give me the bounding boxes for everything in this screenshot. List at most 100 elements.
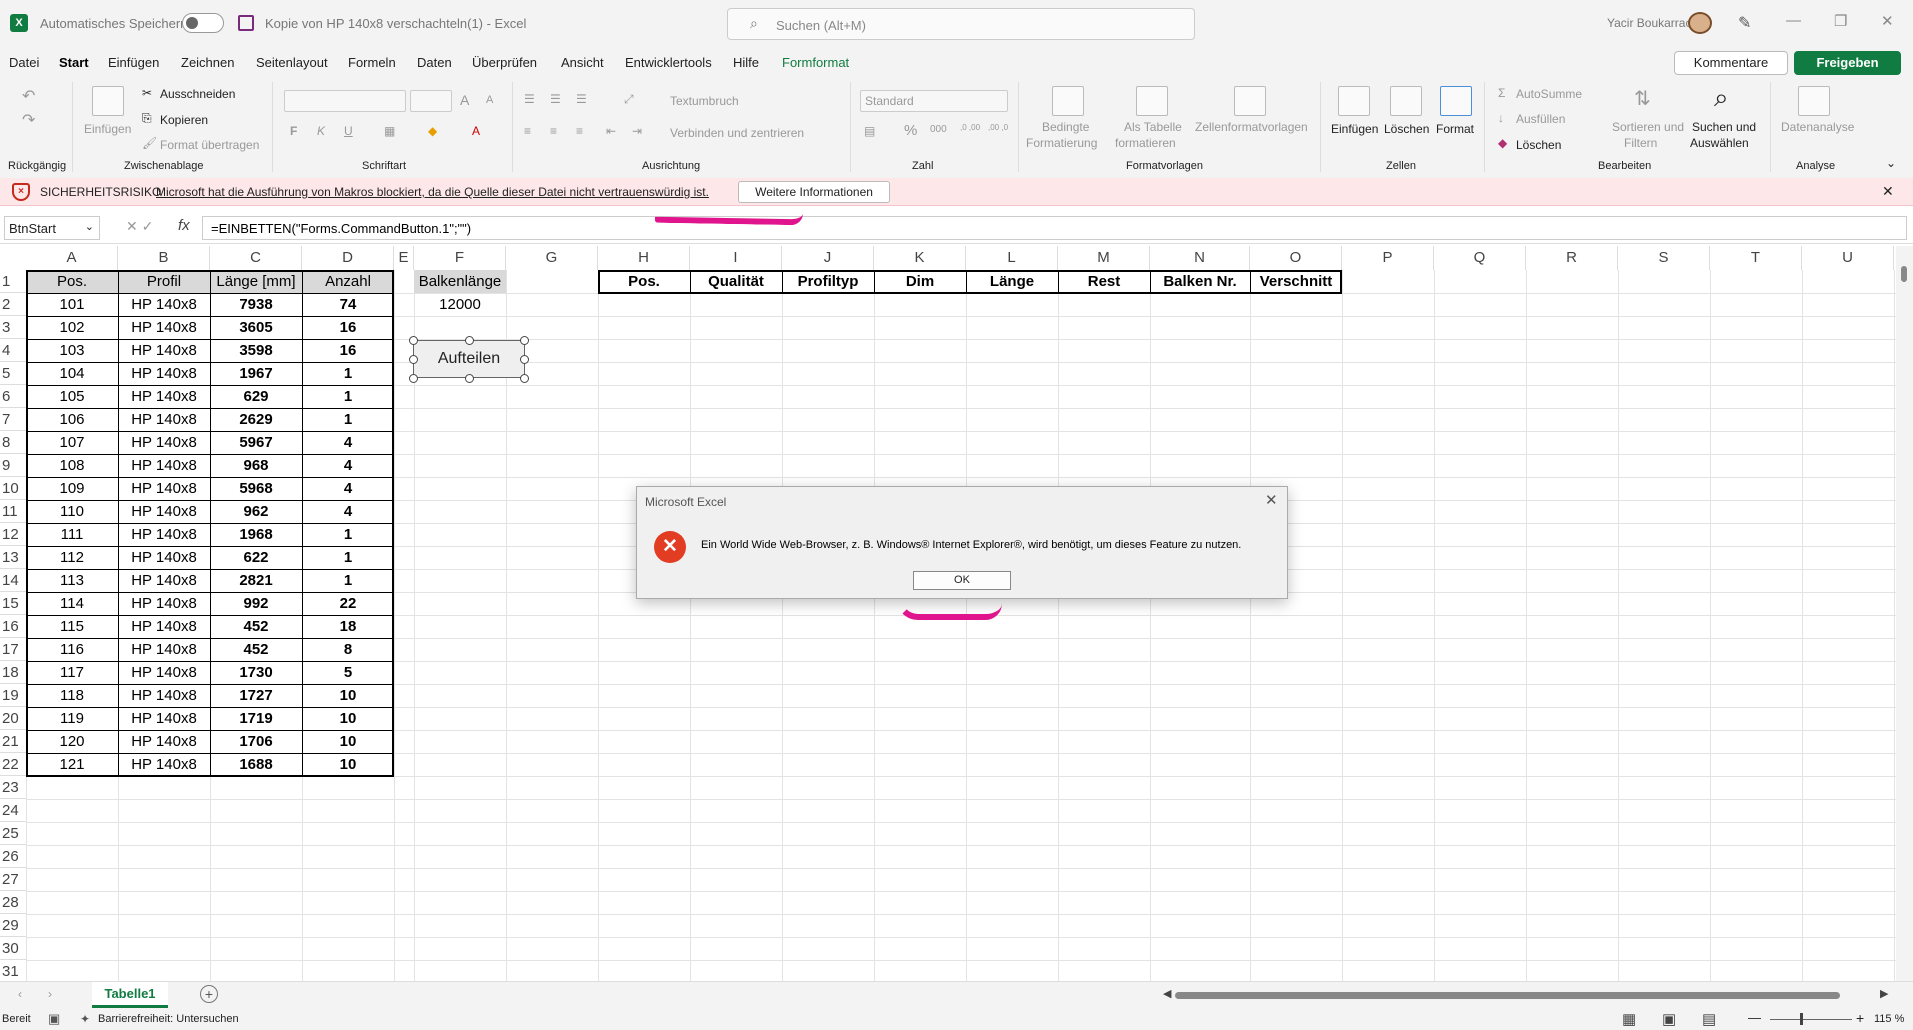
delete-cells-icon[interactable] xyxy=(1390,86,1422,116)
copy-button[interactable]: Kopieren xyxy=(160,113,208,127)
table-cell[interactable]: HP 140x8 xyxy=(118,385,210,408)
result-header-cell[interactable]: Qualität xyxy=(690,270,782,293)
row-header[interactable]: 2 xyxy=(0,293,26,316)
clear-button[interactable]: Löschen xyxy=(1516,138,1561,152)
scroll-left-icon[interactable]: ◀ xyxy=(1163,987,1171,1000)
table-cell[interactable]: 1 xyxy=(302,408,394,431)
tab-ansicht[interactable]: Ansicht xyxy=(561,55,604,70)
align-bottom-icon[interactable]: ☰ xyxy=(576,92,587,106)
row-header[interactable]: 30 xyxy=(0,937,26,960)
table-cell[interactable]: 5968 xyxy=(210,477,302,500)
resize-handle[interactable] xyxy=(520,336,529,345)
search-box[interactable]: ⌕ Suchen (Alt+M) xyxy=(727,8,1195,40)
align-middle-icon[interactable]: ☰ xyxy=(550,92,561,106)
table-cell[interactable]: HP 140x8 xyxy=(118,638,210,661)
scroll-right-icon[interactable]: ▶ xyxy=(1880,987,1888,1000)
scrollbar-thumb[interactable] xyxy=(1901,266,1907,282)
table-cell[interactable]: 1719 xyxy=(210,707,302,730)
indent-increase-icon[interactable]: ⇥ xyxy=(632,124,642,138)
table-cell[interactable]: HP 140x8 xyxy=(118,293,210,316)
wrap-text-button[interactable]: Textumbruch xyxy=(670,94,739,108)
zoom-level[interactable]: 115 % xyxy=(1874,1013,1904,1025)
row-header[interactable]: 31 xyxy=(0,960,26,981)
table-cell[interactable]: 74 xyxy=(302,293,394,316)
result-header-cell[interactable]: Verschnitt xyxy=(1250,270,1342,293)
format-as-table-l1[interactable]: Als Tabelle xyxy=(1124,120,1182,134)
row-header[interactable]: 29 xyxy=(0,914,26,937)
table-cell[interactable]: 1 xyxy=(302,362,394,385)
result-header-cell[interactable]: Länge xyxy=(966,270,1058,293)
table-cell[interactable]: HP 140x8 xyxy=(118,408,210,431)
column-header[interactable]: G xyxy=(506,246,598,270)
table-cell[interactable]: 5967 xyxy=(210,431,302,454)
currency-icon[interactable]: ▤ xyxy=(864,124,875,138)
table-cell[interactable]: HP 140x8 xyxy=(118,477,210,500)
table-cell[interactable]: 112 xyxy=(26,546,118,569)
increase-decimal-button[interactable]: ,0 ,00 xyxy=(960,124,982,132)
underline-button[interactable]: U xyxy=(344,124,353,138)
scrollbar-thumb[interactable] xyxy=(1175,992,1840,999)
align-top-icon[interactable]: ☰ xyxy=(524,92,535,106)
shrink-font-button[interactable]: A xyxy=(486,94,493,106)
table-cell[interactable]: 107 xyxy=(26,431,118,454)
table-cell[interactable]: 16 xyxy=(302,316,394,339)
format-as-table-icon[interactable] xyxy=(1136,86,1168,116)
row-header[interactable]: 6 xyxy=(0,385,26,408)
row-header[interactable]: 28 xyxy=(0,891,26,914)
chevron-down-icon[interactable]: ⌄ xyxy=(85,220,94,233)
zoom-slider-thumb[interactable] xyxy=(1800,1013,1803,1025)
table-cell[interactable]: 115 xyxy=(26,615,118,638)
column-header[interactable]: F xyxy=(414,246,506,270)
column-header[interactable]: S xyxy=(1618,246,1710,270)
row-header[interactable]: 9 xyxy=(0,454,26,477)
accessibility-status[interactable]: Barrierefreiheit: Untersuchen xyxy=(98,1013,239,1025)
column-header[interactable]: H xyxy=(598,246,690,270)
column-header[interactable]: N xyxy=(1150,246,1250,270)
align-left-icon[interactable]: ≡ xyxy=(524,124,531,138)
table-cell[interactable]: 2629 xyxy=(210,408,302,431)
table-cell[interactable]: 121 xyxy=(26,753,118,776)
table-cell[interactable]: 968 xyxy=(210,454,302,477)
close-icon[interactable]: ✕ xyxy=(1265,491,1278,509)
row-header[interactable]: 12 xyxy=(0,523,26,546)
sort-filter-l1[interactable]: Sortieren und xyxy=(1612,120,1684,134)
thousands-button[interactable]: 000 xyxy=(930,124,947,135)
table-cell[interactable]: HP 140x8 xyxy=(118,546,210,569)
table-cell[interactable]: 1967 xyxy=(210,362,302,385)
table-cell[interactable]: 102 xyxy=(26,316,118,339)
orientation-icon[interactable]: ⤢ xyxy=(624,92,634,107)
table-cell[interactable]: 104 xyxy=(26,362,118,385)
table-cell[interactable]: HP 140x8 xyxy=(118,707,210,730)
redo-icon[interactable]: ↷ xyxy=(22,110,35,130)
row-header[interactable]: 22 xyxy=(0,753,26,776)
autosave-toggle[interactable] xyxy=(182,13,224,33)
cell-styles-icon[interactable] xyxy=(1234,86,1266,116)
table-cell[interactable]: 1730 xyxy=(210,661,302,684)
page-break-icon[interactable]: ▤ xyxy=(1702,1010,1716,1028)
page-layout-icon[interactable]: ▣ xyxy=(1662,1010,1676,1028)
zoom-slider[interactable] xyxy=(1770,1019,1852,1020)
table-cell[interactable]: 7938 xyxy=(210,293,302,316)
table-cell[interactable]: 1 xyxy=(302,569,394,592)
column-header[interactable]: T xyxy=(1710,246,1802,270)
grow-font-button[interactable]: A xyxy=(460,92,469,108)
table-cell[interactable]: 109 xyxy=(26,477,118,500)
normal-view-icon[interactable]: ▦ xyxy=(1622,1010,1636,1028)
delete-cells-button[interactable]: Löschen xyxy=(1384,122,1429,136)
tab-start[interactable]: Start xyxy=(59,55,89,81)
table-cell[interactable]: HP 140x8 xyxy=(118,523,210,546)
tab-formformat[interactable]: Formformat xyxy=(782,55,849,70)
table-cell[interactable]: 10 xyxy=(302,730,394,753)
font-color-icon[interactable]: A xyxy=(472,124,480,138)
column-header[interactable]: E xyxy=(394,246,414,270)
row-header[interactable]: 3 xyxy=(0,316,26,339)
table-cell[interactable]: 117 xyxy=(26,661,118,684)
column-header[interactable]: D xyxy=(302,246,394,270)
next-sheet-icon[interactable]: › xyxy=(48,987,52,1001)
avatar[interactable] xyxy=(1688,12,1712,34)
comments-button[interactable]: Kommentare xyxy=(1674,51,1788,75)
table-cell[interactable]: 120 xyxy=(26,730,118,753)
table-cell[interactable]: 962 xyxy=(210,500,302,523)
balkenlaenge-header[interactable]: Balkenlänge xyxy=(414,270,506,293)
italic-button[interactable]: K xyxy=(317,124,325,138)
